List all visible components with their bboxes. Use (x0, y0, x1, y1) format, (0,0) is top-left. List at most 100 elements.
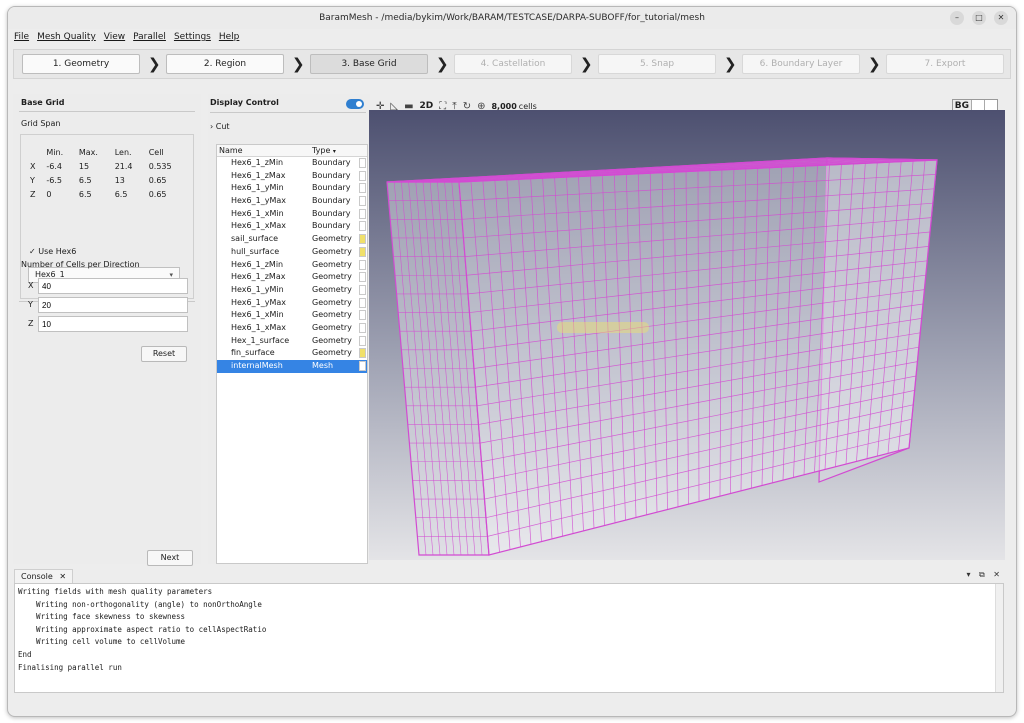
list-item[interactable]: Hex_1_surface Geometry (217, 335, 367, 348)
list-item[interactable]: Hex6_1_xMin Geometry (217, 309, 367, 322)
step-boundary-layer[interactable]: 6. Boundary Layer (742, 54, 860, 74)
item-type: Geometry (312, 272, 352, 282)
console-line: Writing non-orthogonality (angle) to non… (18, 599, 262, 609)
color-swatch[interactable] (359, 272, 366, 283)
step-snap[interactable]: 5. Snap (598, 54, 716, 74)
menu-file[interactable]: File (14, 29, 29, 45)
step-castellation[interactable]: 4. Castellation (454, 54, 572, 74)
chevron-right-icon: ❯ (292, 55, 305, 73)
item-type: Boundary (312, 170, 351, 180)
list-item[interactable]: hull_surface Geometry (217, 246, 367, 259)
list-item[interactable]: sail_surface Geometry (217, 233, 367, 246)
list-item[interactable]: Hex6_1_xMin Boundary (217, 208, 367, 221)
color-swatch[interactable] (359, 183, 366, 194)
span-max: 6.5 (78, 175, 92, 185)
list-item[interactable]: Hex6_1_yMax Geometry (217, 297, 367, 310)
z-label: Z (28, 319, 34, 328)
mesh-3d-viewport[interactable] (369, 110, 1005, 560)
color-swatch[interactable] (359, 322, 366, 333)
close-icon[interactable]: ✕ (59, 572, 66, 581)
console-output[interactable]: Writing fields with mesh quality paramet… (14, 583, 1004, 693)
list-item[interactable]: Hex6_1_xMax Boundary (217, 220, 367, 233)
item-type: Boundary (312, 196, 351, 206)
list-item[interactable]: Hex6_1_yMin Boundary (217, 182, 367, 195)
use-hex6-checkbox[interactable]: ✓ Use Hex6 (29, 247, 76, 256)
item-name: Hex_1_surface (231, 335, 290, 345)
col-cell: Cell (148, 147, 164, 157)
color-swatch[interactable] (359, 246, 366, 257)
span-cell: 0.65 (148, 175, 167, 185)
list-item[interactable]: Hex6_1_zMin Geometry (217, 259, 367, 272)
item-type: Mesh (312, 361, 334, 370)
grid-span-box: Min. Max. Len. Cell X -6.4 15 21.4 0.535… (20, 134, 194, 299)
step-export[interactable]: 7. Export (886, 54, 1004, 74)
step-geometry[interactable]: 1. Geometry (22, 54, 140, 74)
item-name: Hex6_1_yMax (231, 196, 286, 206)
sort-down-icon: ▾ (332, 148, 336, 155)
color-swatch[interactable] (359, 259, 366, 270)
base-grid-title: Base Grid (21, 98, 65, 107)
span-len: 21.4 (114, 161, 133, 171)
menu-bar: File Mesh Quality View Parallel Settings… (8, 29, 1016, 45)
close-icon[interactable]: ✕ (994, 11, 1008, 25)
dock-controls[interactable]: ▾ ⧉ ✕ (966, 570, 1003, 580)
list-item[interactable]: internalMesh Mesh (217, 360, 367, 373)
color-swatch[interactable] (359, 208, 366, 219)
menu-help[interactable]: Help (219, 29, 240, 45)
window-title: BaramMesh - /media/bykim/Work/BARAM/TEST… (319, 13, 705, 23)
next-button[interactable]: Next (147, 550, 193, 566)
reset-button[interactable]: Reset (141, 346, 187, 362)
color-swatch[interactable] (359, 234, 366, 245)
display-toggle-switch[interactable] (346, 99, 364, 109)
color-swatch[interactable] (359, 297, 366, 308)
list-item[interactable]: Hex6_1_xMax Geometry (217, 322, 367, 335)
color-swatch[interactable] (359, 348, 366, 359)
item-name: Hex6_1_xMax (231, 322, 286, 332)
title-bar: BaramMesh - /media/bykim/Work/BARAM/TEST… (8, 7, 1016, 29)
step-base-grid[interactable]: 3. Base Grid (310, 54, 428, 74)
cut-expander[interactable]: › Cut (210, 122, 230, 131)
minimize-icon[interactable]: – (950, 11, 964, 25)
menu-parallel[interactable]: Parallel (133, 29, 166, 45)
item-name: Hex6_1_zMax (231, 170, 286, 180)
span-min: -6.4 (46, 161, 62, 171)
span-min: 0 (46, 189, 52, 199)
color-swatch[interactable] (359, 335, 366, 346)
console-tab[interactable]: Console ✕ (14, 569, 74, 583)
color-swatch[interactable] (359, 310, 366, 321)
color-swatch[interactable] (359, 361, 366, 371)
menu-settings[interactable]: Settings (174, 29, 211, 45)
color-swatch[interactable] (359, 284, 366, 295)
menu-view[interactable]: View (104, 29, 125, 45)
color-swatch[interactable] (359, 196, 366, 207)
list-item[interactable]: Hex6_1_yMax Boundary (217, 195, 367, 208)
span-max: 6.5 (78, 189, 92, 199)
list-item[interactable]: Hex6_1_zMax Geometry (217, 271, 367, 284)
axis-label: X (30, 161, 36, 171)
color-swatch[interactable] (359, 221, 366, 232)
menu-mesh-quality[interactable]: Mesh Quality (37, 29, 96, 45)
x-cells-input[interactable] (38, 278, 188, 294)
list-header: Name Type ▾ (217, 145, 367, 157)
span-cell: 0.535 (148, 161, 172, 171)
color-swatch[interactable] (359, 158, 366, 168)
chevron-right-icon: ❯ (148, 55, 161, 73)
col-name-header[interactable]: Name (217, 145, 312, 156)
col-type-header[interactable]: Type ▾ (312, 145, 359, 156)
item-type: Geometry (312, 246, 352, 256)
y-cells-input[interactable] (38, 297, 188, 313)
scrollbar[interactable] (995, 584, 1003, 692)
list-item[interactable]: Hex6_1_yMin Geometry (217, 284, 367, 297)
z-cells-input[interactable] (38, 316, 188, 332)
list-item[interactable]: Hex6_1_zMax Boundary (217, 170, 367, 183)
color-swatch[interactable] (359, 170, 366, 181)
step-region[interactable]: 2. Region (166, 54, 284, 74)
item-type: Boundary (312, 221, 351, 231)
list-item[interactable]: Hex6_1_zMin Boundary (217, 157, 367, 170)
span-cell: 0.65 (148, 189, 167, 199)
list-item[interactable]: fin_surface Geometry (217, 347, 367, 360)
span-len: 6.5 (114, 189, 128, 199)
check-icon: ✓ (29, 247, 36, 256)
maximize-icon[interactable]: □ (972, 11, 986, 25)
chevron-right-icon: › (210, 122, 214, 131)
